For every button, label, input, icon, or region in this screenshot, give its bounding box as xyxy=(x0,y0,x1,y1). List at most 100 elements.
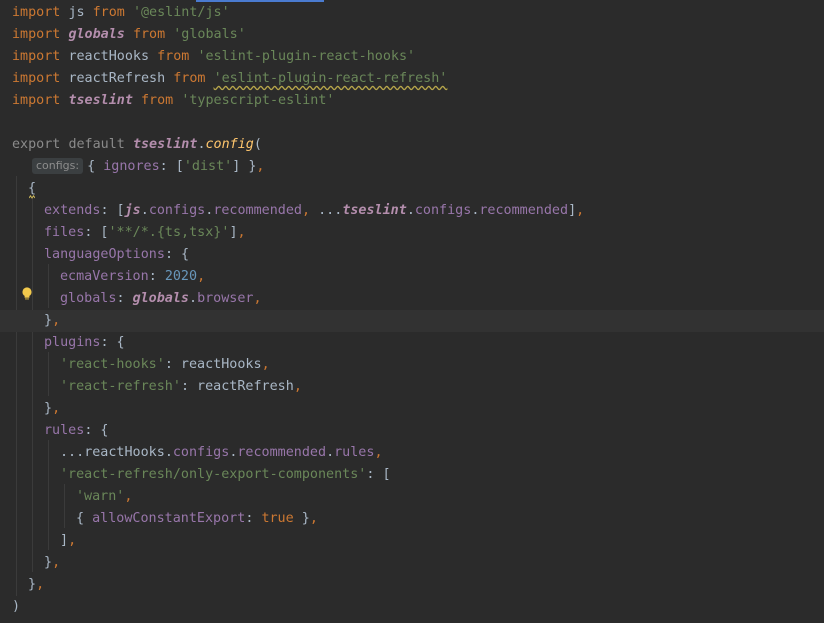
code-text: }, xyxy=(44,310,60,332)
code-line[interactable]: import globals from 'globals' xyxy=(0,24,824,46)
code-token: , xyxy=(68,533,77,548)
code-text: 'react-hooks': reactHooks, xyxy=(60,354,270,376)
code-token: ignores xyxy=(103,159,160,174)
code-token: . xyxy=(164,445,173,460)
code-token: . xyxy=(140,203,149,218)
code-token: config xyxy=(205,137,254,152)
code-line[interactable]: languageOptions: { xyxy=(0,244,824,266)
code-token: , xyxy=(253,291,262,306)
code-line[interactable]: plugins: { xyxy=(0,332,824,354)
code-line[interactable]: import reactRefresh from 'eslint-plugin-… xyxy=(0,68,824,90)
code-token: globals xyxy=(68,27,125,42)
code-text: ecmaVersion: 2020, xyxy=(60,266,205,288)
code-token: : [ xyxy=(366,467,391,482)
code-line[interactable]: }, xyxy=(0,574,824,596)
code-token: import xyxy=(12,93,61,108)
code-token: : xyxy=(245,511,262,526)
code-line[interactable]: ecmaVersion: 2020, xyxy=(0,266,824,288)
code-token: : xyxy=(116,291,133,306)
code-token: , xyxy=(576,203,585,218)
code-text: plugins: { xyxy=(44,332,125,354)
code-line[interactable]: ], xyxy=(0,530,824,552)
code-token: , xyxy=(302,203,311,218)
code-token: ] xyxy=(568,203,577,218)
code-text: import reactHooks from 'eslint-plugin-re… xyxy=(12,46,415,68)
code-token: js xyxy=(124,203,141,218)
code-text: 'react-refresh/only-export-components': … xyxy=(60,464,391,486)
code-text: configs:{ ignores: ['dist'] }, xyxy=(32,156,264,178)
code-line[interactable]: files: ['**/*.{ts,tsx}'], xyxy=(0,222,824,244)
code-editor[interactable]: import js from '@eslint/js' import global… xyxy=(0,0,824,623)
code-token: . xyxy=(197,137,206,152)
code-token: true xyxy=(261,511,294,526)
code-text: import globals from 'globals' xyxy=(12,24,246,46)
fold-marker-icon xyxy=(29,195,35,199)
code-token: languageOptions xyxy=(44,247,165,262)
code-text: ) xyxy=(12,596,20,618)
code-token: . xyxy=(326,445,335,460)
code-token: ... xyxy=(60,445,85,460)
code-token: , xyxy=(36,577,45,592)
code-line[interactable]: extends: [js.configs.recommended, ...tse… xyxy=(0,200,824,222)
code-text: import reactRefresh from 'eslint-plugin-… xyxy=(12,68,447,90)
code-line[interactable]: }, xyxy=(0,310,824,332)
code-line[interactable]: ...reactHooks.configs.recommended.rules, xyxy=(0,442,824,464)
code-token: ... xyxy=(310,203,343,218)
code-line[interactable]: 'react-refresh/only-export-components': … xyxy=(0,464,824,486)
code-token: ] } xyxy=(232,159,257,174)
code-line[interactable]: rules: { xyxy=(0,420,824,442)
lightbulb-icon[interactable] xyxy=(21,287,33,301)
code-line[interactable]: export default tseslint.config( xyxy=(0,134,824,156)
code-token: : { xyxy=(84,423,109,438)
code-line[interactable]: 'react-hooks': reactHooks, xyxy=(0,354,824,376)
code-token: 'react-refresh' xyxy=(60,379,181,394)
code-text: ...reactHooks.configs.recommended.rules, xyxy=(60,442,383,464)
code-token: recommended xyxy=(237,445,327,460)
code-line[interactable]: import tseslint from 'typescript-eslint' xyxy=(0,90,824,112)
code-token: from xyxy=(173,71,206,86)
code-line[interactable]: { allowConstantExport: true }, xyxy=(0,508,824,530)
code-line[interactable]: import js from '@eslint/js' xyxy=(0,2,824,24)
code-line[interactable]: configs:{ ignores: ['dist'] }, xyxy=(0,156,824,178)
code-token: , xyxy=(309,511,318,526)
code-token: { xyxy=(28,181,37,196)
code-token: , xyxy=(52,401,61,416)
code-token: : reactHooks xyxy=(164,357,262,372)
code-line[interactable]: }, xyxy=(0,398,824,420)
code-line[interactable] xyxy=(0,112,824,134)
code-line[interactable]: ) xyxy=(0,596,824,618)
code-token: } xyxy=(28,577,37,592)
code-text: import js from '@eslint/js' xyxy=(12,2,230,24)
code-line[interactable]: { xyxy=(0,178,824,200)
code-token: reactRefresh xyxy=(68,71,166,86)
code-line[interactable]: }, xyxy=(0,552,824,574)
code-token: ) xyxy=(12,599,21,614)
code-token: 'warn' xyxy=(76,489,125,504)
code-token: tseslint xyxy=(342,203,407,218)
code-text: globals: globals.browser, xyxy=(60,288,262,310)
code-line[interactable]: import reactHooks from 'eslint-plugin-re… xyxy=(0,46,824,68)
code-token: reactHooks xyxy=(84,445,165,460)
code-text: import tseslint from 'typescript-eslint' xyxy=(12,90,335,112)
code-text: }, xyxy=(44,398,60,420)
code-token: , xyxy=(237,225,246,240)
code-line[interactable]: globals: globals.browser, xyxy=(0,288,824,310)
code-token: , xyxy=(256,159,265,174)
code-token: } xyxy=(293,511,310,526)
code-token: recommended xyxy=(213,203,302,218)
code-text: }, xyxy=(28,574,44,596)
code-line[interactable]: 'warn', xyxy=(0,486,824,508)
parameter-hint: configs: xyxy=(32,158,84,174)
code-token: default xyxy=(68,137,125,152)
code-token: files xyxy=(44,225,85,240)
code-token: configs xyxy=(148,203,206,218)
code-token: : { xyxy=(100,335,125,350)
code-token: allowConstantExport xyxy=(92,511,246,526)
code-line[interactable]: 'react-refresh': reactRefresh, xyxy=(0,376,824,398)
code-token: , xyxy=(261,357,270,372)
